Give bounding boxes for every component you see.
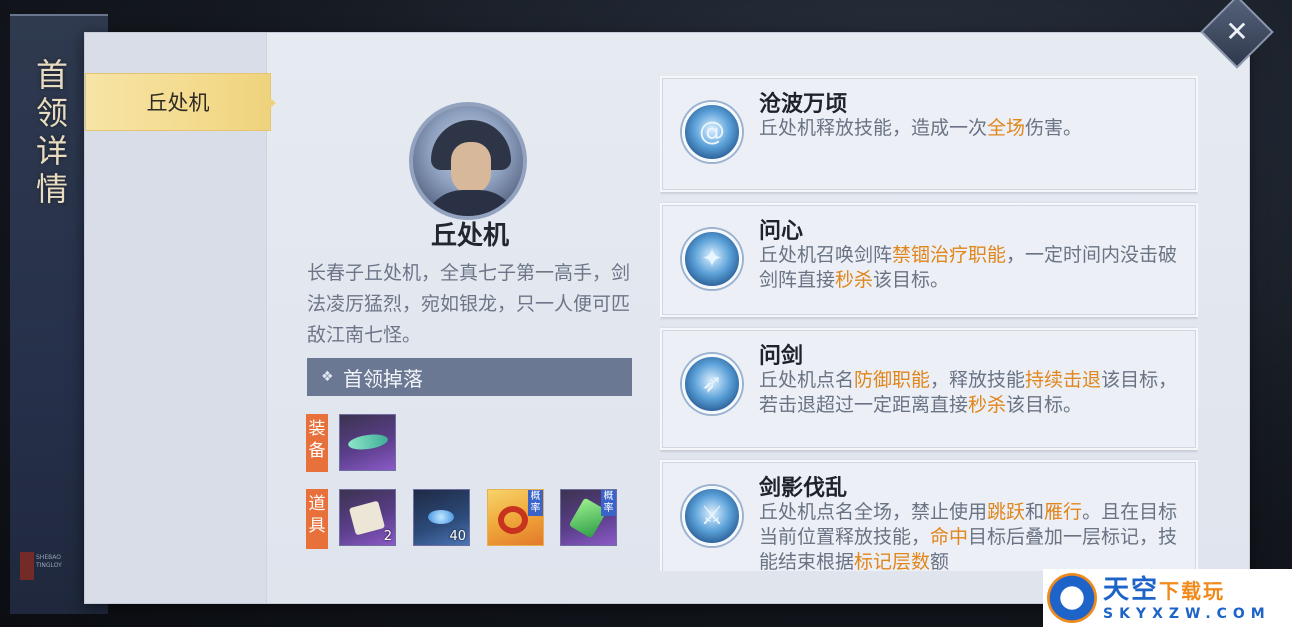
skill-highlight: 标记层数 <box>854 551 931 571</box>
blue-crystal-item-icon <box>428 510 454 524</box>
skill-highlight: 秒杀 <box>835 269 874 291</box>
sword-formation-icon: ✦ <box>682 229 742 289</box>
skill-text: 该目标。 <box>873 269 950 291</box>
avatar-face <box>451 142 491 194</box>
drop-slot-item-4[interactable]: 概率 <box>560 489 617 546</box>
sword-shadow-icon: ⚔ <box>682 486 742 546</box>
skill-text: 丘处机点名全场，禁止使用 <box>759 501 988 523</box>
diamond-icon: ❖ <box>321 369 334 385</box>
wave-swirl-icon: @ <box>682 102 742 162</box>
skills-list[interactable]: @ 沧波万顷 丘处机释放技能，造成一次全场伤害。 ✦ 问心 丘处机召唤剑阵禁锢治… <box>660 76 1198 571</box>
skill-text: ，释放技能 <box>930 369 1026 391</box>
red-ring-item-icon <box>498 506 528 534</box>
item-quantity: 2 <box>383 529 392 544</box>
boss-avatar <box>409 102 527 220</box>
skill-name: 问剑 <box>759 343 804 369</box>
watermark-cn-main: 天空 <box>1103 574 1160 605</box>
skill-highlight: 雁行 <box>1044 501 1083 523</box>
skill-card[interactable]: ➶ 问剑 丘处机点名防御职能，释放技能持续击退该目标，若击退超过一定距离直接秒杀… <box>660 328 1198 450</box>
sword-strike-icon: ➶ <box>682 354 742 414</box>
skill-description: 丘处机点名防御职能，释放技能持续击退该目标，若击退超过一定距离直接秒杀该目标。 <box>759 368 1184 418</box>
drop-category-equipment: 装备 <box>306 414 328 472</box>
skill-name: 剑影伐乱 <box>759 475 848 501</box>
skill-text: 丘处机召唤剑阵 <box>759 244 893 266</box>
probability-badge: 概率 <box>528 490 543 516</box>
skill-text: 丘处机点名 <box>759 369 855 391</box>
scroll-item-icon <box>348 500 386 536</box>
drop-slot-item-1[interactable]: 2 <box>339 489 396 546</box>
watermark-text: 天空下载玩 SKYXZW.COM <box>1103 575 1271 622</box>
skill-text: 伤害。 <box>1025 117 1083 139</box>
seal-stamp <box>20 552 34 580</box>
watermark-cn: 天空下载玩 <box>1103 575 1271 606</box>
tab-boss-qiuchuji[interactable]: 丘处机 <box>85 73 276 131</box>
skill-highlight: 禁锢治疗职能 <box>892 244 1007 266</box>
skill-highlight: 跳跃 <box>987 501 1026 523</box>
skill-card[interactable]: ✦ 问心 丘处机召唤剑阵禁锢治疗职能，一定时间内没击破剑阵直接秒杀该目标。 <box>660 203 1198 317</box>
item-quantity: 40 <box>449 529 466 544</box>
site-watermark: 天空下载玩 SKYXZW.COM <box>1043 569 1292 627</box>
skill-highlight: 持续击退 <box>1025 369 1102 391</box>
skill-highlight: 命中 <box>930 526 969 548</box>
drop-slot-item-3[interactable]: 概率 <box>487 489 544 546</box>
skill-highlight: 秒杀 <box>968 394 1007 416</box>
skill-name: 沧波万顷 <box>759 91 848 117</box>
watermark-en: SKYXZW.COM <box>1103 605 1271 622</box>
skill-highlight: 全场 <box>987 117 1026 139</box>
boss-name: 丘处机 <box>430 221 509 251</box>
site-logo-icon <box>1047 573 1097 623</box>
probability-badge: 概率 <box>601 490 616 516</box>
drop-category-items: 道具 <box>306 489 328 549</box>
skill-text: 丘处机释放技能，造成一次 <box>759 117 988 139</box>
green-jade-item-icon <box>347 432 389 452</box>
skill-highlight: 防御职能 <box>854 369 931 391</box>
skill-card[interactable]: ⚔ 剑影伐乱 丘处机点名全场，禁止使用跳跃和雁行。且在目标当前位置释放技能，命中… <box>660 460 1198 571</box>
skill-description: 丘处机召唤剑阵禁锢治疗职能，一定时间内没击破剑阵直接秒杀该目标。 <box>759 243 1184 293</box>
seal-text: SHEBAO TINGLOY <box>36 554 62 569</box>
skill-card[interactable]: @ 沧波万顷 丘处机释放技能，造成一次全场伤害。 <box>660 76 1198 192</box>
skill-text: 该目标。 <box>1006 394 1083 416</box>
page-title: 首领详情 <box>35 56 68 208</box>
watermark-cn-sub: 下载玩 <box>1159 578 1226 603</box>
skill-description: 丘处机点名全场，禁止使用跳跃和雁行。且在目标当前位置释放技能，命中目标后叠加一层… <box>759 500 1184 571</box>
drops-header: ❖ 首领掉落 <box>307 358 632 396</box>
close-icon: ✕ <box>1225 14 1249 48</box>
drop-slot-equipment-1[interactable] <box>339 414 396 471</box>
drops-header-label: 首领掉落 <box>343 366 423 391</box>
drop-slot-item-2[interactable]: 40 <box>413 489 470 546</box>
boss-description: 长春子丘处机，全真七子第一高手，剑法凌厉猛烈，宛如银龙，只一人便可匹敌江南七怪。 <box>307 262 631 346</box>
skill-text: 和 <box>1025 501 1045 523</box>
skill-text: 额 <box>930 551 950 571</box>
skill-name: 问心 <box>759 218 804 244</box>
skill-description: 丘处机释放技能，造成一次全场伤害。 <box>759 116 1184 141</box>
